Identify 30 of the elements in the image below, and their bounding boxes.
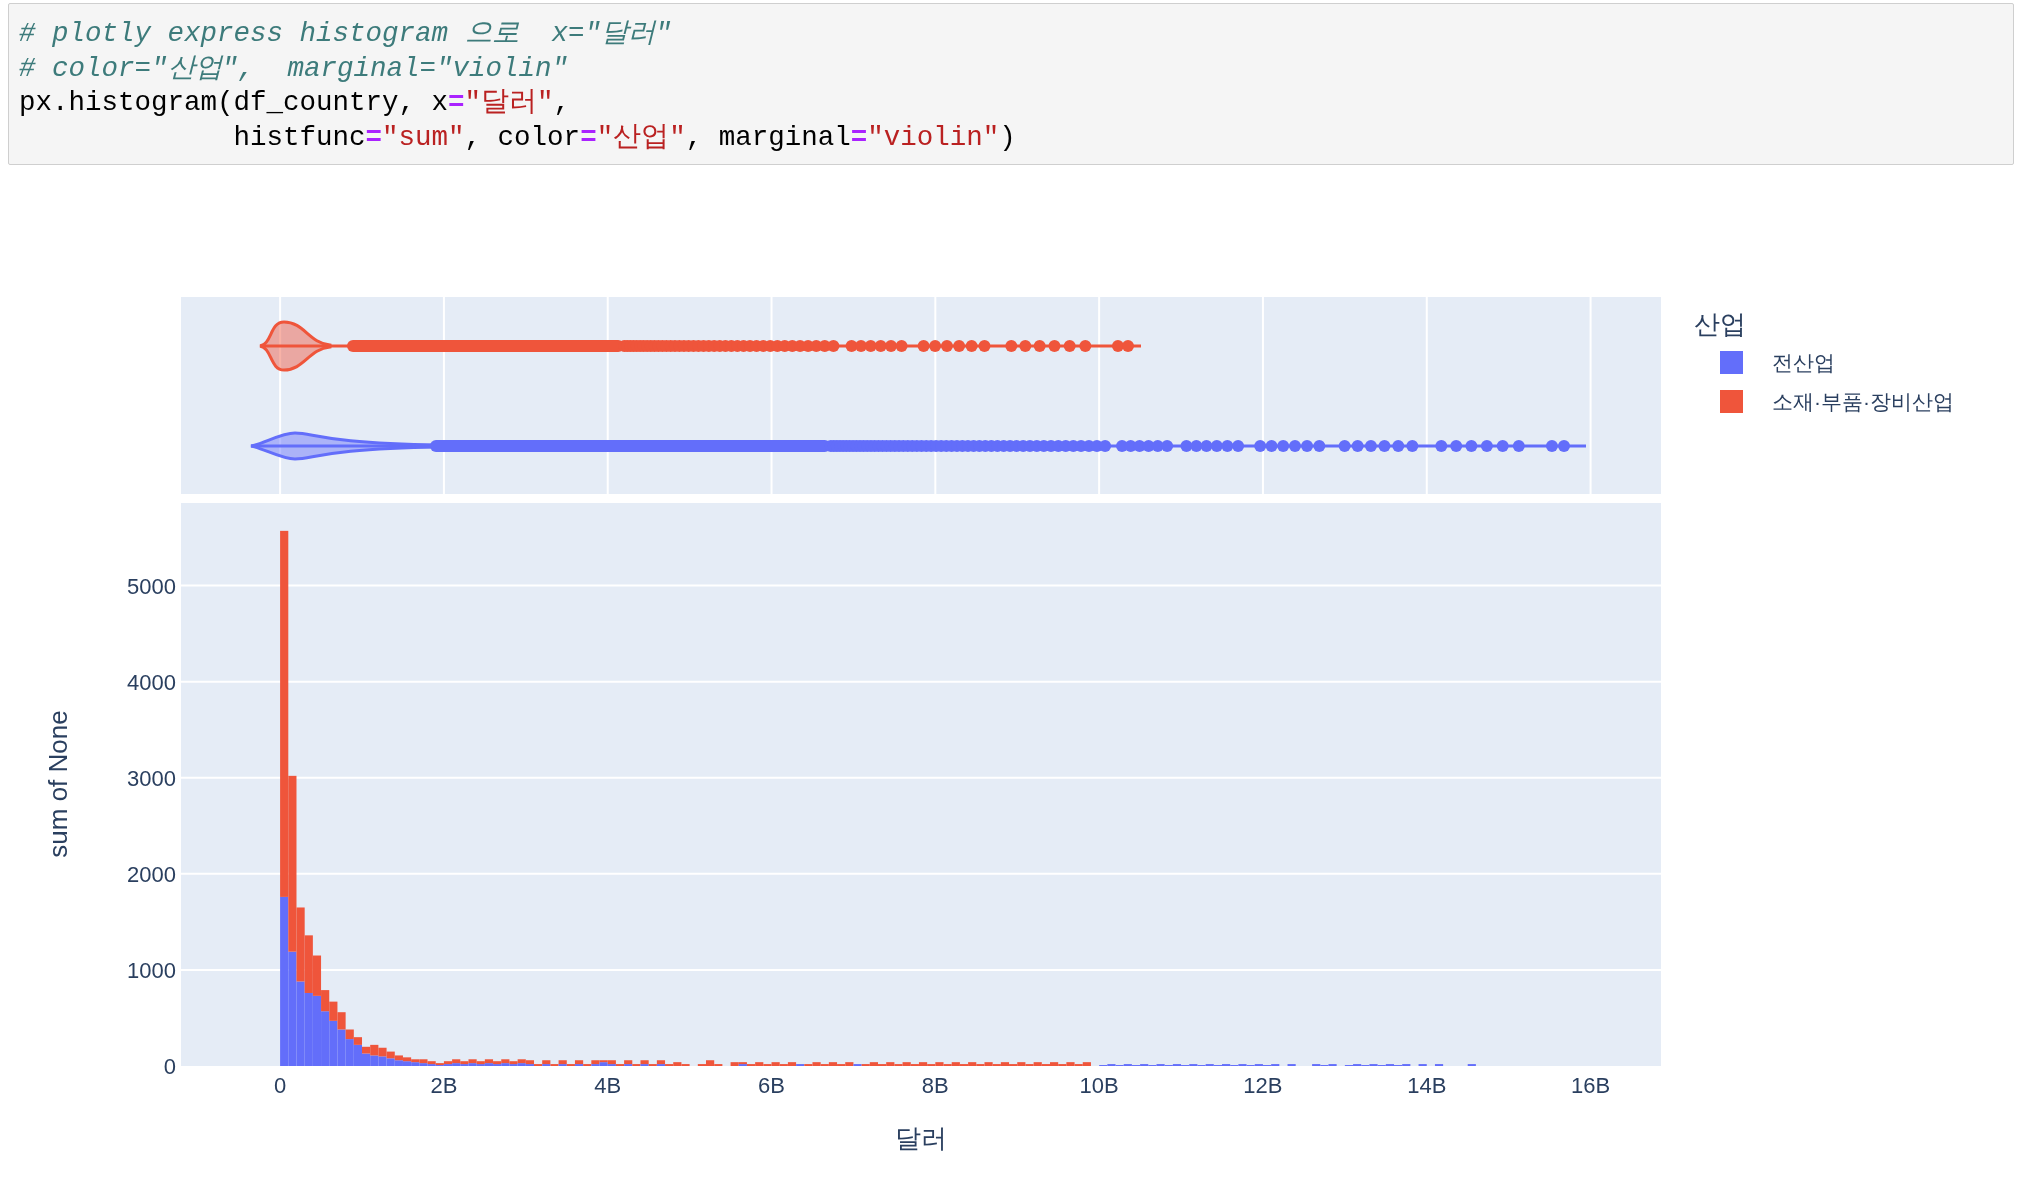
code-line: # color="산업", marginal="violin" [19, 51, 569, 86]
x-axis-title: 달러 [895, 1123, 947, 1153]
y-tick-label: 3000 [127, 765, 176, 791]
x-tick-label: 2B [430, 1073, 458, 1098]
y-tick-label: 2000 [127, 861, 176, 887]
code-line: px.histogram(df_country, x="달러", [19, 86, 571, 120]
legend-title: 산업 [1694, 309, 1746, 339]
x-tick-label: 12B [1243, 1073, 1283, 1098]
histogram-bar [370, 1055, 379, 1066]
y-tick-label: 0 [163, 1054, 176, 1079]
x-tick-label: 6B [758, 1073, 785, 1098]
y-tick-label: 4000 [127, 669, 176, 695]
y-tick-label: 1000 [127, 957, 176, 983]
x-tick-label: 0 [274, 1073, 287, 1098]
code-cell[interactable]: # plotly express histogram 으로 x="달러" # color="산업", marginal="violin" px.histogram(df_country, x="달러", histfunc="sum", color="산업", marginal="violin") [8, 3, 2014, 165]
code-line: # plotly express histogram 으로 x="달러" [19, 17, 672, 51]
legend-label[interactable]: 소재·부품·장비산업 [1772, 390, 1954, 413]
histogram-bar [378, 1047, 387, 1057]
x-tick-label: 4B [594, 1073, 622, 1098]
y-tick-label: 5000 [127, 573, 176, 599]
y-axis-title: sum of None [43, 710, 73, 858]
x-tick-label: 14B [1407, 1073, 1447, 1098]
legend-swatch[interactable] [1720, 390, 1743, 413]
legend-label[interactable]: 전산업 [1772, 351, 1835, 374]
code-line: histfunc="sum", color="산업", marginal="violin") [232, 120, 1016, 155]
x-tick-label: 16B [1571, 1073, 1611, 1098]
legend-swatch[interactable] [1720, 351, 1743, 374]
histogram-bar [378, 1056, 387, 1066]
x-tick-label: 8B [921, 1073, 949, 1098]
x-tick-label: 10B [1079, 1073, 1119, 1098]
